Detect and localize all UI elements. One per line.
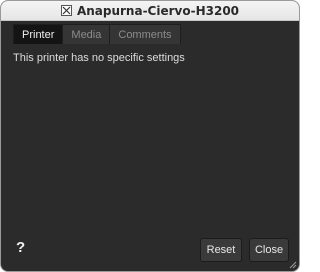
tab-comments[interactable]: Comments — [110, 24, 181, 44]
settings-message: This printer has no specific settings — [13, 52, 185, 64]
tab-media[interactable]: Media — [63, 24, 111, 44]
tab-printer[interactable]: Printer — [13, 24, 64, 44]
close-button[interactable]: Close — [249, 238, 289, 262]
window-title: Anapurna-Ciervo-H3200 — [76, 3, 240, 18]
help-button[interactable]: ? — [16, 239, 25, 256]
resize-grip-icon[interactable] — [287, 259, 297, 269]
print-settings-window: Anapurna-Ciervo-H3200 Printer Media Comm… — [0, 0, 300, 272]
tab-bar: Printer Media Comments — [13, 24, 181, 44]
reset-button[interactable]: Reset — [200, 238, 242, 262]
title-bar[interactable]: Anapurna-Ciervo-H3200 — [1, 1, 299, 21]
x11-icon — [60, 5, 72, 16]
